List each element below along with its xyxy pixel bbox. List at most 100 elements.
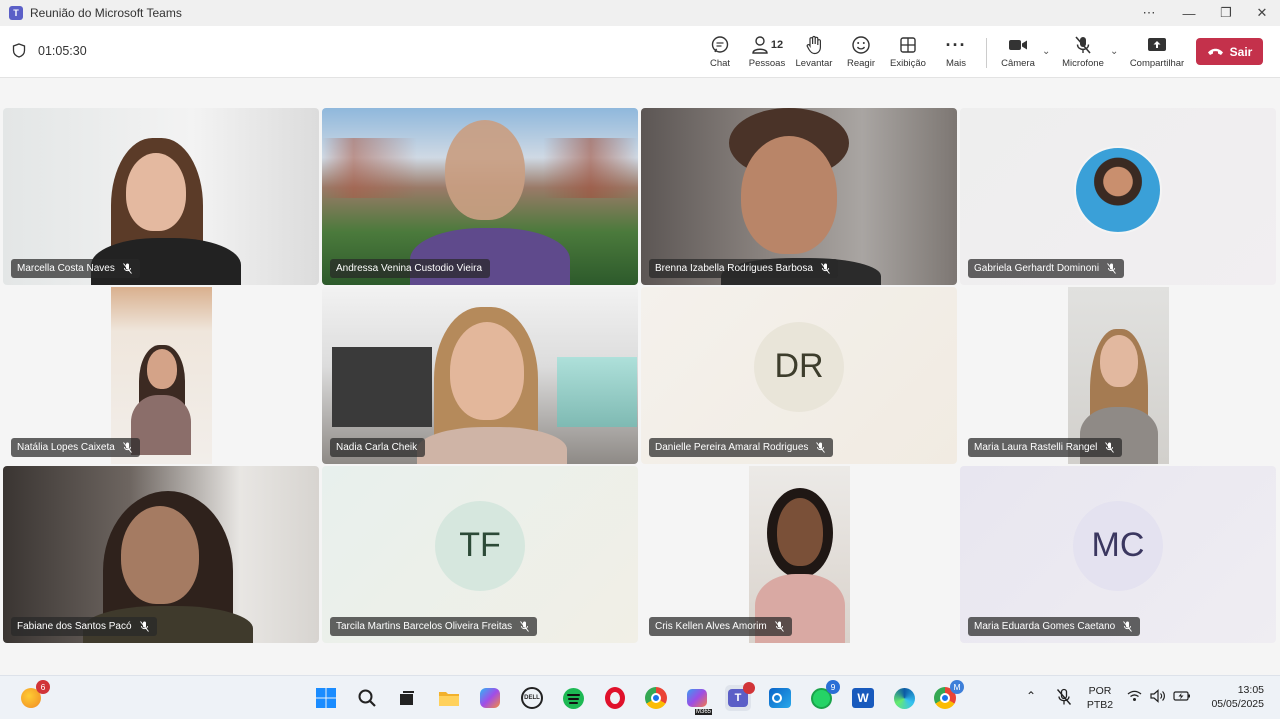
m365-icon — [687, 689, 707, 707]
minimize-button[interactable]: — — [1171, 0, 1207, 26]
participant-name-tag: Maria Eduarda Gomes Caetano — [968, 617, 1141, 636]
mic-muted-tray-icon[interactable] — [1056, 688, 1072, 710]
mic-options-chevron-icon[interactable]: ⌄ — [1110, 46, 1118, 57]
dell-button[interactable]: DELL — [519, 685, 545, 711]
participant-tile[interactable]: Cris Kellen Alves Amorim — [641, 466, 957, 643]
file-explorer-button[interactable] — [436, 685, 462, 711]
participant-profile-photo — [1074, 145, 1162, 234]
more-label: Mais — [945, 58, 967, 69]
share-button[interactable]: Compartilhar — [1129, 34, 1185, 74]
whatsapp-badge: 9 — [826, 680, 840, 694]
window-title: Reunião do Microsoft Teams — [30, 6, 182, 20]
participant-initials-avatar: TF — [435, 500, 525, 591]
wifi-icon[interactable] — [1127, 690, 1142, 706]
more-button[interactable]: ··· Mais — [932, 34, 980, 74]
profile-badge: M — [950, 680, 964, 694]
room-screen — [332, 347, 432, 427]
window-titlebar: T Reunião do Microsoft Teams ⋯ — ❐ ✕ — [0, 0, 1280, 26]
muted-mic-icon — [139, 621, 149, 632]
participant-initials-avatar: DR — [754, 321, 844, 412]
chat-label: Chat — [709, 58, 731, 69]
task-view-button[interactable] — [394, 685, 420, 711]
close-button[interactable]: ✕ — [1244, 0, 1280, 26]
edge-button[interactable] — [891, 685, 917, 711]
muted-mic-icon — [1105, 442, 1115, 453]
outlook-icon — [769, 688, 791, 708]
participant-tile[interactable]: Brenna Izabella Rodrigues Barbosa — [641, 108, 957, 285]
muted-mic-icon — [821, 263, 830, 274]
word-icon: W — [852, 688, 874, 708]
clock-time: 13:05 — [1237, 684, 1264, 696]
muted-mic-icon — [122, 263, 132, 274]
copilot-button[interactable] — [477, 685, 503, 711]
camera-button[interactable]: Câmera — [994, 34, 1042, 74]
shield-icon — [12, 43, 26, 58]
battery-icon[interactable] — [1173, 690, 1191, 706]
participant-tile[interactable]: Maria Laura Rastelli Rangel — [960, 287, 1276, 464]
participant-name-tag: Brenna Izabella Rodrigues Barbosa — [649, 259, 838, 278]
participant-tile[interactable]: DR Danielle Pereira Amaral Rodrigues — [641, 287, 957, 464]
language-code: POR — [1088, 685, 1112, 697]
raise-hand-button[interactable]: Levantar — [790, 34, 838, 74]
camera-options-chevron-icon[interactable]: ⌄ — [1042, 46, 1050, 57]
hand-icon — [805, 34, 823, 56]
edge-icon — [893, 687, 915, 709]
window-more-icon[interactable]: ⋯ — [1131, 0, 1167, 26]
whatsapp-button[interactable]: 9 — [808, 680, 840, 711]
teams-taskbar-button[interactable]: T — [725, 682, 755, 711]
react-button[interactable]: Reagir — [837, 34, 885, 74]
participant-name-tag: Nadia Carla Cheik — [330, 438, 426, 457]
search-button[interactable] — [354, 685, 380, 711]
grid-view-icon — [899, 34, 917, 56]
people-button[interactable]: 12 Pessoas — [743, 34, 791, 74]
participant-tile[interactable]: TF Tarcila Martins Barcelos Oliveira Fre… — [322, 466, 638, 643]
spotify-button[interactable] — [560, 685, 586, 711]
camera-label: Câmera — [1001, 58, 1035, 69]
maximize-button[interactable]: ❐ — [1208, 0, 1244, 26]
participant-name-tag: Cris Kellen Alves Amorim — [649, 617, 792, 636]
participant-tile[interactable]: Gabriela Gerhardt Dominoni — [960, 108, 1276, 285]
clock[interactable]: 13:05 05/05/2025 — [1198, 683, 1270, 711]
input-language-indicator[interactable]: POR PTB2 — [1082, 684, 1118, 712]
participant-tile[interactable]: Fabiane dos Santos Pacó — [3, 466, 319, 643]
muted-mic-icon — [122, 442, 132, 453]
opera-icon — [605, 687, 625, 709]
m365-button[interactable]: M365 — [684, 685, 712, 715]
chrome-profile-button[interactable]: M — [932, 680, 964, 711]
participant-tile[interactable]: Natália Lopes Caixeta — [3, 287, 319, 464]
chat-button[interactable]: Chat — [696, 34, 744, 74]
participant-tile[interactable]: Marcella Costa Naves — [3, 108, 319, 285]
raise-hand-label: Levantar — [795, 58, 833, 69]
volume-icon[interactable] — [1150, 689, 1166, 707]
windows-logo-icon — [316, 688, 336, 708]
participant-name-tag: Gabriela Gerhardt Dominoni — [968, 259, 1125, 278]
teams-notification-dot — [743, 682, 755, 694]
share-label: Compartilhar — [1129, 58, 1185, 69]
opera-button[interactable] — [602, 685, 628, 711]
people-icon: 12 — [751, 34, 783, 56]
smiley-icon — [851, 34, 871, 56]
start-button[interactable] — [313, 685, 339, 711]
view-button[interactable]: Exibição — [884, 34, 932, 74]
task-view-icon — [400, 691, 414, 705]
participant-tile[interactable]: Andressa Venina Custodio Vieira — [322, 108, 638, 285]
outlook-button[interactable] — [767, 685, 793, 711]
participant-name-tag: Marcella Costa Naves — [11, 259, 140, 278]
participant-tile[interactable]: MC Maria Eduarda Gomes Caetano — [960, 466, 1276, 643]
show-hidden-icons-chevron-icon[interactable]: ⌃ — [1026, 689, 1036, 703]
m365-label: M365 — [694, 709, 712, 715]
chat-icon — [710, 34, 730, 56]
people-label: Pessoas — [748, 58, 786, 69]
muted-mic-icon — [1107, 263, 1116, 274]
leave-button[interactable]: Sair — [1196, 38, 1263, 65]
chrome-button[interactable] — [643, 685, 669, 711]
muted-mic-icon — [520, 621, 530, 632]
participant-tile[interactable]: Nadia Carla Cheik — [322, 287, 638, 464]
weather-widget[interactable]: 6 — [18, 680, 50, 711]
participant-grid: Marcella Costa Naves Andressa Venina Cus… — [0, 78, 1280, 675]
dell-icon: DELL — [521, 687, 543, 709]
microphone-button[interactable]: Microfone — [1059, 34, 1107, 74]
chrome-icon — [645, 687, 667, 709]
word-button[interactable]: W — [850, 685, 876, 711]
room-window — [557, 357, 637, 427]
